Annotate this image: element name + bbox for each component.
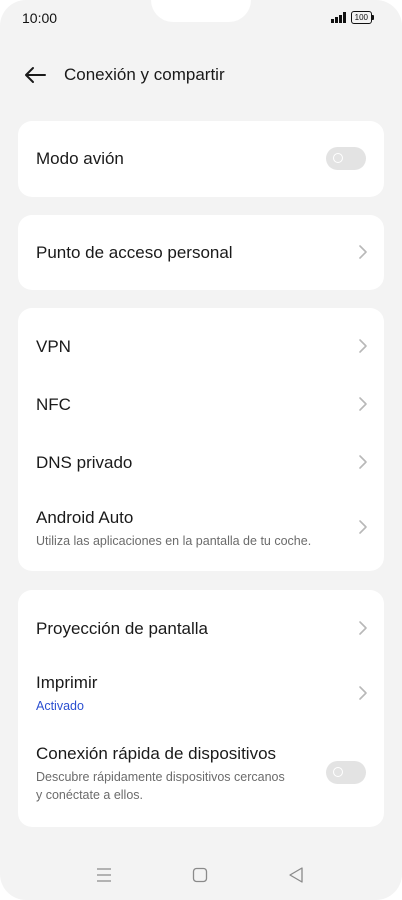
toggle-knob — [333, 153, 343, 163]
quick-connect-label: Conexión rápida de dispositivos — [36, 744, 277, 763]
chevron-right-icon — [359, 245, 367, 259]
hotspot-row[interactable]: Punto de acceso personal — [18, 215, 384, 290]
private-dns-row[interactable]: DNS privado — [18, 424, 384, 482]
chevron-right-icon — [359, 621, 367, 635]
back-arrow-icon[interactable] — [24, 66, 46, 84]
screencast-label: Proyección de pantalla — [36, 619, 209, 638]
toggle-knob — [333, 767, 343, 777]
screencast-row[interactable]: Proyección de pantalla — [18, 590, 384, 656]
airplane-mode-toggle[interactable] — [326, 147, 366, 170]
navigation-bar — [0, 862, 402, 892]
chevron-right-icon — [359, 520, 367, 534]
vpn-row[interactable]: VPN — [18, 308, 384, 366]
menu-icon[interactable] — [96, 866, 112, 884]
battery-icon: 100 — [350, 11, 375, 24]
hotspot-card: Punto de acceso personal — [18, 215, 384, 290]
quick-connect-toggle[interactable] — [326, 761, 366, 784]
status-bar: 10:00 100 — [0, 0, 402, 36]
back-triangle-icon[interactable] — [288, 866, 304, 884]
status-time: 10:00 — [22, 10, 58, 26]
chevron-right-icon — [359, 455, 367, 469]
vpn-label: VPN — [36, 337, 71, 356]
status-icons: 100 — [331, 11, 375, 24]
hotspot-label: Punto de acceso personal — [36, 243, 233, 262]
chevron-right-icon — [359, 397, 367, 411]
quick-connect-subtitle-line2: y conéctate a ellos. — [36, 788, 144, 802]
devices-card: Proyección de pantalla Imprimir Activado… — [18, 590, 384, 827]
chevron-right-icon — [359, 339, 367, 353]
network-card: VPN NFC DNS privado Android Auto Utiliza… — [18, 308, 384, 571]
android-auto-subtitle: Utiliza las aplicaciones en la pantalla … — [36, 534, 312, 548]
airplane-mode-label: Modo avión — [36, 149, 124, 168]
print-row[interactable]: Imprimir Activado — [18, 656, 384, 732]
quick-connect-subtitle-line1: Descubre rápidamente dispositivos cercan… — [36, 770, 285, 784]
quick-connect-row[interactable]: Conexión rápida de dispositivos Descubre… — [18, 732, 384, 827]
chevron-right-icon — [359, 686, 367, 700]
nfc-row[interactable]: NFC — [18, 366, 384, 424]
signal-icon — [331, 12, 346, 23]
airplane-card: Modo avión — [18, 121, 384, 197]
print-label: Imprimir — [36, 673, 98, 692]
home-square-icon[interactable] — [192, 866, 208, 884]
nfc-label: NFC — [36, 395, 71, 414]
print-status: Activado — [36, 699, 84, 713]
android-auto-label: Android Auto — [36, 508, 134, 527]
page-header: Conexión y compartir — [0, 58, 402, 92]
airplane-mode-row[interactable]: Modo avión — [18, 121, 384, 197]
page-title: Conexión y compartir — [64, 65, 225, 84]
private-dns-label: DNS privado — [36, 453, 133, 472]
phone-screen: 10:00 100 Conexión y compartir Modo avió… — [0, 0, 402, 900]
android-auto-row[interactable]: Android Auto Utiliza las aplicaciones en… — [18, 482, 384, 571]
